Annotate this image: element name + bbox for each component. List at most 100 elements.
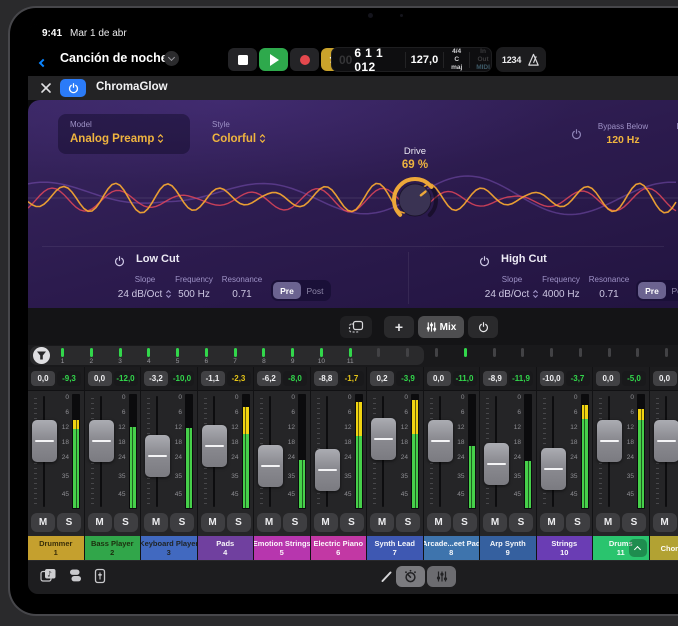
track-name-chip[interactable]: Emotion Strings 5 xyxy=(254,536,310,560)
volume-fader-handle[interactable] xyxy=(428,420,453,462)
track-name-chip[interactable]: Chorus V xyxy=(650,536,678,560)
lcd-display[interactable]: 00 6 1 1 012 127,0 4/4 C maj In Out MIDI xyxy=(331,47,492,72)
track-mini-meter[interactable] xyxy=(320,348,323,357)
add-button[interactable]: + xyxy=(384,316,414,338)
fader-value[interactable]: 0,0 xyxy=(31,371,55,386)
track-mini-meter[interactable] xyxy=(579,348,582,357)
mute-button[interactable]: M xyxy=(257,513,281,532)
low-cut-pre-button[interactable]: Pre xyxy=(273,282,301,299)
track-mini-meter[interactable] xyxy=(636,348,639,357)
solo-button[interactable]: S xyxy=(340,513,364,532)
solo-button[interactable]: S xyxy=(396,513,420,532)
solo-button[interactable]: S xyxy=(509,513,533,532)
mix-button[interactable]: Mix xyxy=(418,316,464,338)
fader-value[interactable]: -10,0 xyxy=(540,371,564,386)
close-plugin-button[interactable] xyxy=(40,81,52,99)
bypass-power-button[interactable] xyxy=(571,127,582,145)
track-mini-meter[interactable] xyxy=(176,348,179,357)
solo-button[interactable]: S xyxy=(566,513,590,532)
back-button[interactable] xyxy=(40,53,46,71)
volume-fader-handle[interactable] xyxy=(541,448,566,490)
duplicate-button[interactable] xyxy=(340,316,372,338)
mute-button[interactable]: M xyxy=(370,513,394,532)
track-mini-meter[interactable] xyxy=(262,348,265,357)
solo-button[interactable]: S xyxy=(453,513,477,532)
track-name-chip[interactable]: Arp Synth 9 xyxy=(480,536,536,560)
track-name-chip[interactable]: Keyboard Player 3 xyxy=(141,536,197,560)
mute-button[interactable]: M xyxy=(144,513,168,532)
mute-button[interactable]: M xyxy=(314,513,338,532)
high-cut-resonance[interactable]: Resonance 0.71 xyxy=(574,275,644,302)
track-mini-meter[interactable] xyxy=(521,348,524,357)
solo-button[interactable]: S xyxy=(170,513,194,532)
mute-button[interactable]: M xyxy=(596,513,620,532)
track-mini-meter[interactable] xyxy=(464,348,467,357)
track-mini-meter[interactable] xyxy=(291,348,294,357)
track-name-chip[interactable]: Bass Player 2 xyxy=(85,536,141,560)
fader-value[interactable]: 0,0 xyxy=(427,371,451,386)
plugins-button[interactable] xyxy=(68,568,82,583)
collapse-button[interactable] xyxy=(629,539,647,557)
track-mini-meter[interactable] xyxy=(234,348,237,357)
track-name-chip[interactable]: Arcade...eet Pad 8 xyxy=(424,536,480,560)
volume-fader-handle[interactable] xyxy=(654,420,678,462)
edit-button[interactable] xyxy=(380,570,393,583)
mute-button[interactable]: M xyxy=(540,513,564,532)
fader-value[interactable]: -1,1 xyxy=(201,371,225,386)
track-name-chip[interactable]: Synth Lead 7 xyxy=(367,536,423,560)
play-button[interactable] xyxy=(259,48,288,71)
high-cut-post-button[interactable]: Post xyxy=(666,282,678,299)
browser-button[interactable]: ♪ xyxy=(40,568,57,583)
high-cut-pre-button[interactable]: Pre xyxy=(638,282,666,299)
track-mini-meter[interactable] xyxy=(435,348,438,357)
mute-button[interactable]: M xyxy=(201,513,225,532)
low-cut-post-button[interactable]: Post xyxy=(301,282,329,299)
track-mini-meter[interactable] xyxy=(550,348,553,357)
fader-value[interactable]: 0,2 xyxy=(370,371,394,386)
volume-fader-handle[interactable] xyxy=(32,420,57,462)
track-name-chip[interactable]: Electric Piano 6 xyxy=(311,536,367,560)
mixer-view-button[interactable] xyxy=(427,566,456,587)
track-name-chip[interactable]: Strings 10 xyxy=(537,536,593,560)
style-select[interactable]: Style Colorful xyxy=(200,114,300,154)
bypass-below-control[interactable]: Bypass Below 120 Hz xyxy=(590,122,656,146)
fader-value[interactable]: 0,0 xyxy=(653,371,677,386)
solo-button[interactable]: S xyxy=(114,513,138,532)
track-name-chip[interactable]: Pads 4 xyxy=(198,536,254,560)
track-mini-meter[interactable] xyxy=(493,348,496,357)
volume-fader-handle[interactable] xyxy=(202,425,227,467)
track-mini-meter[interactable] xyxy=(90,348,93,357)
track-name-chip[interactable]: Drums 11 xyxy=(593,536,649,560)
solo-button[interactable]: S xyxy=(283,513,307,532)
fader-value[interactable]: -8,9 xyxy=(483,371,507,386)
track-mini-meter[interactable] xyxy=(119,348,122,357)
drive-knob[interactable] xyxy=(387,172,443,228)
track-name-chip[interactable]: Drummer 1 xyxy=(28,536,84,560)
track-mini-meter[interactable] xyxy=(147,348,150,357)
mute-button[interactable]: M xyxy=(88,513,112,532)
stop-button[interactable] xyxy=(228,48,257,71)
solo-button[interactable]: S xyxy=(622,513,646,532)
mute-button[interactable]: M xyxy=(427,513,451,532)
record-button[interactable] xyxy=(290,48,319,71)
fader-value[interactable]: -3,2 xyxy=(144,371,168,386)
low-cut-power-button[interactable] xyxy=(114,254,125,272)
model-select[interactable]: Model Analog Preamp xyxy=(58,114,190,154)
track-mini-meter[interactable] xyxy=(349,348,352,357)
channel-strip-button[interactable] xyxy=(94,568,106,584)
metronome-icon[interactable] xyxy=(527,53,540,67)
mute-button[interactable]: M xyxy=(653,513,677,532)
volume-fader-handle[interactable] xyxy=(315,449,340,491)
track-mini-meter[interactable] xyxy=(406,348,409,357)
fader-value[interactable]: -6,2 xyxy=(257,371,281,386)
track-mini-meter[interactable] xyxy=(608,348,611,357)
volume-fader-handle[interactable] xyxy=(371,418,396,460)
low-cut-resonance[interactable]: Resonance 0.71 xyxy=(207,275,277,302)
track-mini-meter[interactable] xyxy=(205,348,208,357)
filter-button[interactable] xyxy=(33,347,50,364)
song-menu-button[interactable] xyxy=(164,51,179,66)
volume-fader-handle[interactable] xyxy=(484,443,509,485)
volume-fader-handle[interactable] xyxy=(258,445,283,487)
volume-fader-handle[interactable] xyxy=(145,435,170,477)
fader-value[interactable]: 0,0 xyxy=(596,371,620,386)
